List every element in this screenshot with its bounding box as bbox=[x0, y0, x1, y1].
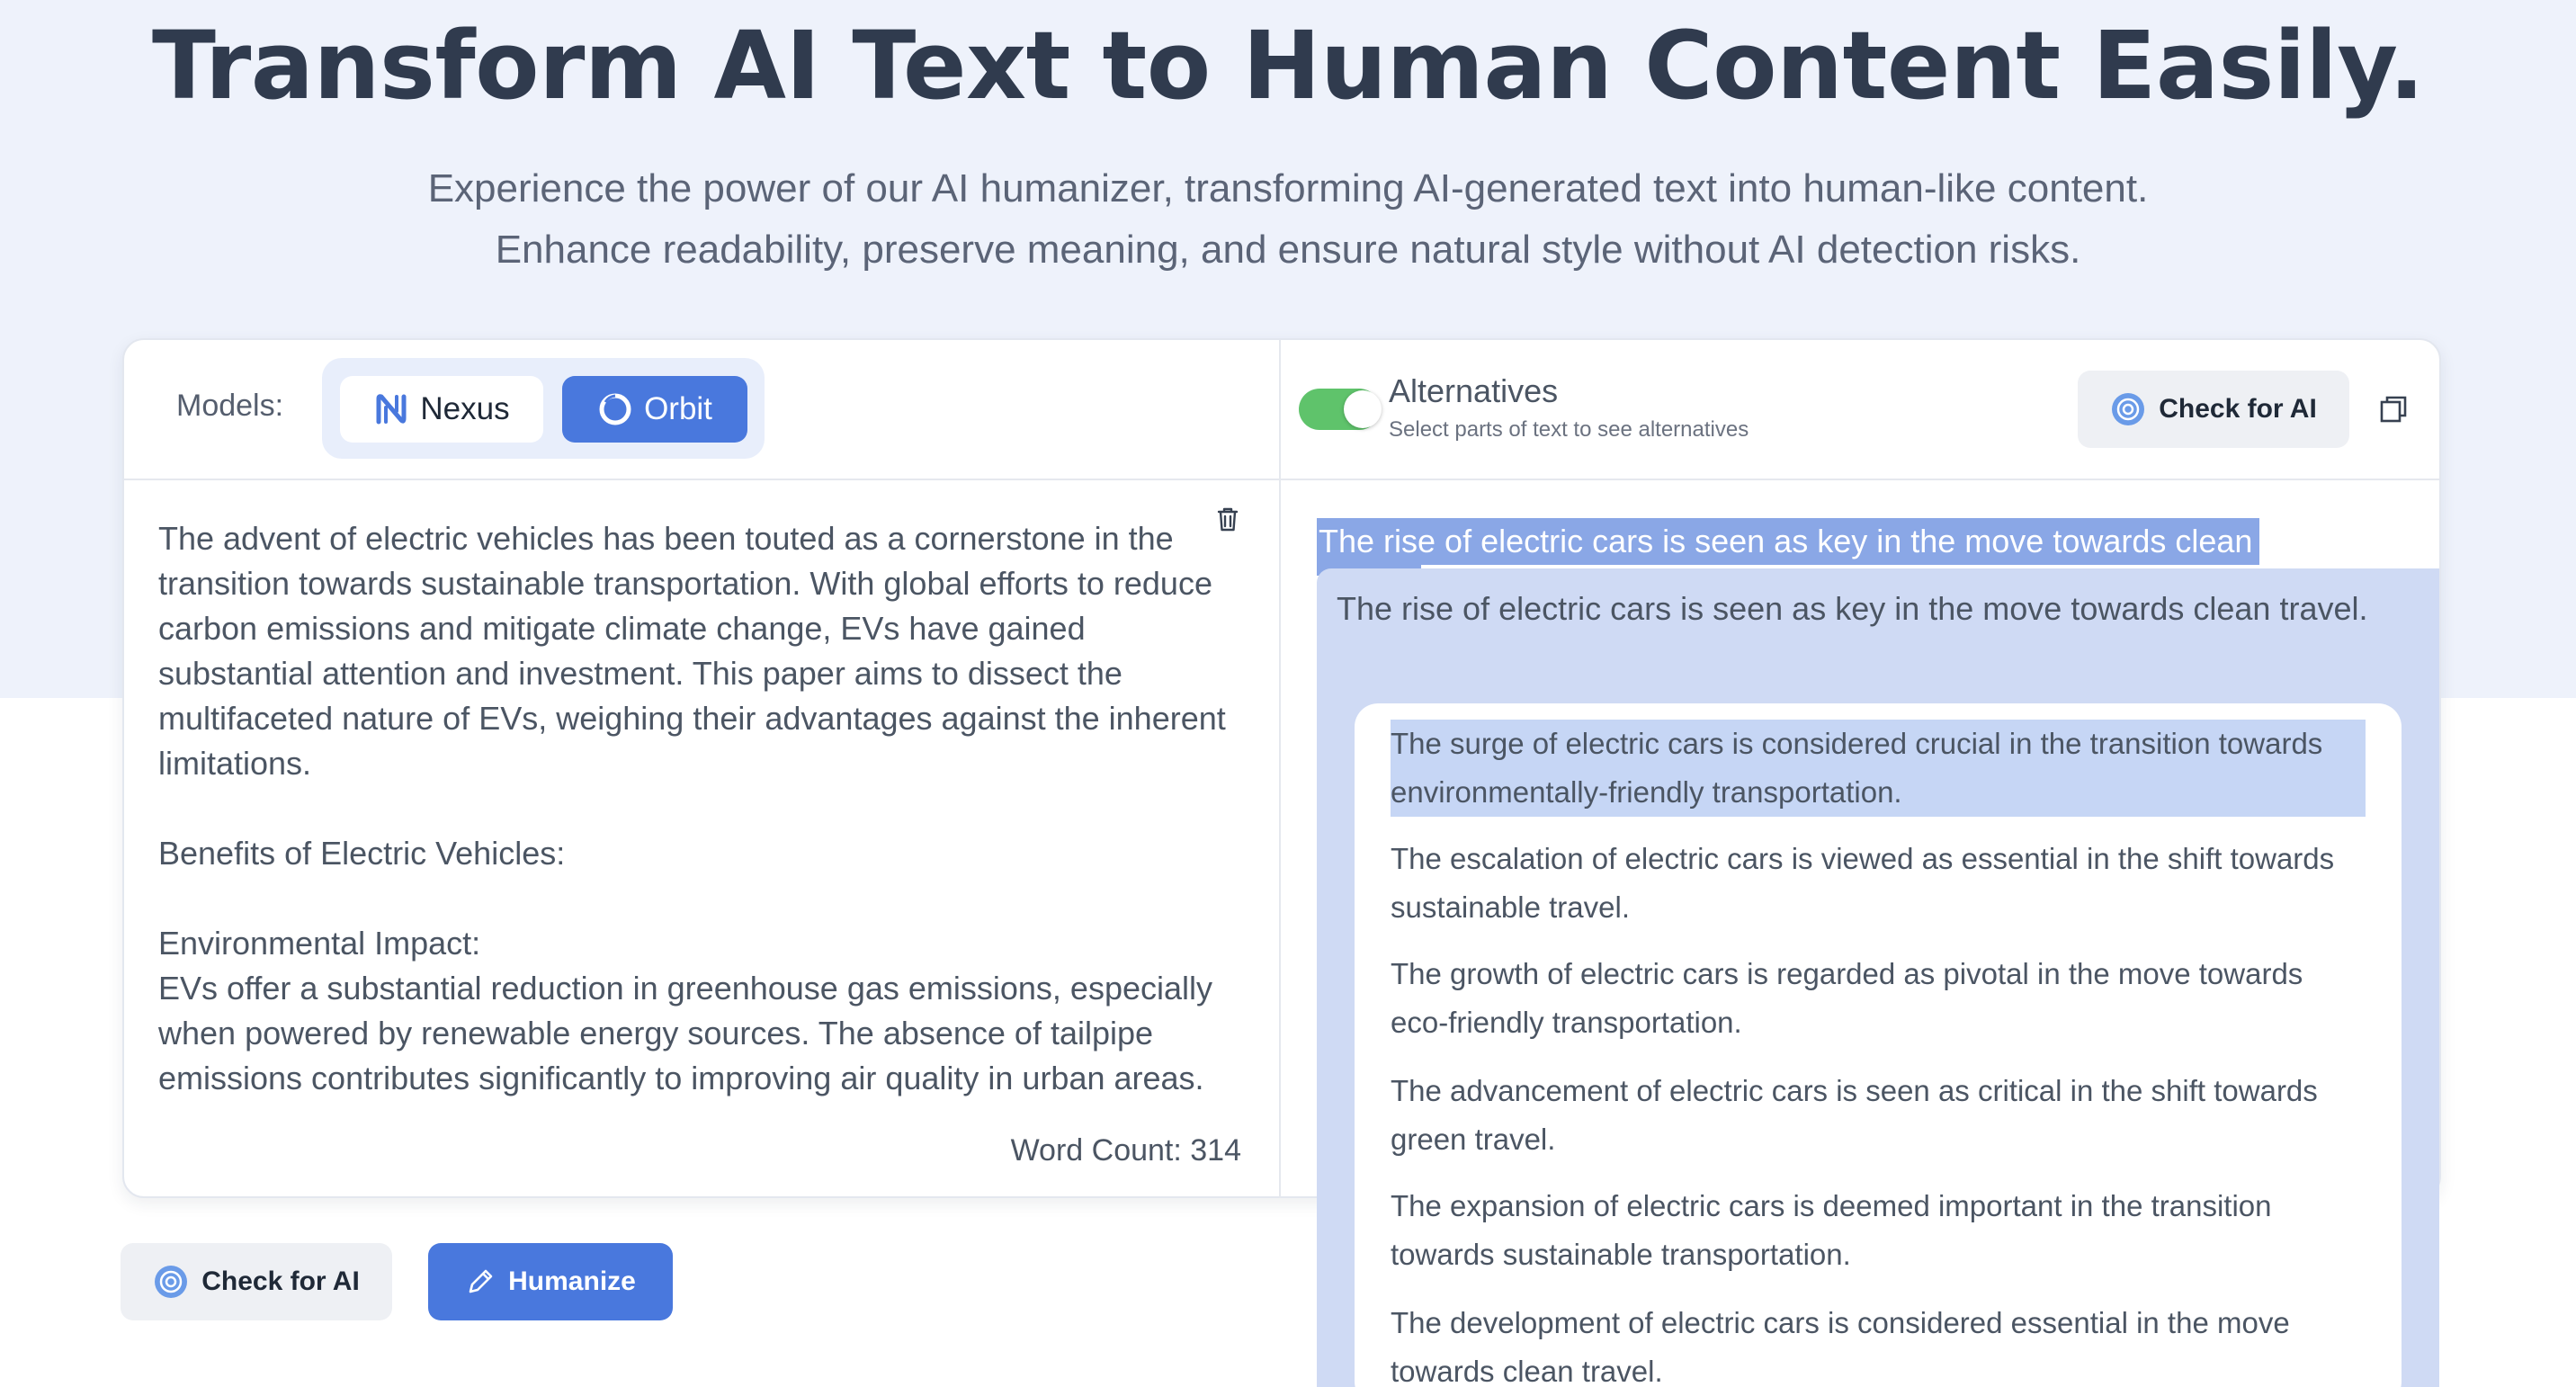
subtitle-line-2: Enhance readability, preserve meaning, a… bbox=[495, 228, 2081, 272]
model-nexus-label: Nexus bbox=[420, 391, 510, 426]
orbit-logo-icon bbox=[599, 393, 631, 425]
alternative-option[interactable]: The advancement of electric cars is seen… bbox=[1391, 1067, 2366, 1164]
header-divider bbox=[124, 479, 2439, 480]
humanize-label: Humanize bbox=[508, 1266, 636, 1296]
alternatives-title: Alternatives bbox=[1389, 372, 1559, 409]
original-sentence: The rise of electric cars is seen as key… bbox=[1337, 590, 2368, 627]
check-for-ai-button[interactable]: Check for AI bbox=[121, 1243, 392, 1320]
models-label: Models: bbox=[176, 389, 284, 423]
subtitle-line-1: Experience the power of our AI humanizer… bbox=[427, 166, 2149, 210]
alternative-option[interactable]: The escalation of electric cars is viewe… bbox=[1391, 835, 2366, 932]
nexus-logo-icon bbox=[376, 394, 407, 425]
model-orbit-label: Orbit bbox=[644, 391, 712, 426]
check-for-ai-label: Check for AI bbox=[201, 1266, 360, 1296]
input-textarea[interactable]: The advent of electric vehicles has been… bbox=[158, 516, 1247, 1126]
panel-divider bbox=[1279, 340, 1281, 1198]
page-title: Transform AI Text to Human Content Easil… bbox=[152, 11, 2424, 121]
page-subtitle: Experience the power of our AI humanizer… bbox=[0, 158, 2576, 281]
alternatives-hint: Select parts of text to see alternatives bbox=[1389, 417, 1749, 442]
selected-sentence[interactable]: The rise of electric cars is seen as key… bbox=[1317, 518, 2260, 565]
ai-detector-icon bbox=[2112, 393, 2145, 425]
alternative-option[interactable]: The surge of electric cars is considered… bbox=[1391, 720, 2366, 817]
toggle-knob bbox=[1344, 390, 1382, 428]
ai-detector-icon bbox=[155, 1266, 188, 1298]
alternative-option[interactable]: The expansion of electric cars is deemed… bbox=[1391, 1182, 2366, 1279]
humanize-button[interactable]: Humanize bbox=[428, 1243, 673, 1320]
alternative-option[interactable]: The development of electric cars is cons… bbox=[1391, 1299, 2366, 1387]
model-option-orbit[interactable]: Orbit bbox=[562, 376, 747, 443]
input-paragraph: The advent of electric vehicles has been… bbox=[158, 520, 1235, 782]
input-heading: Environmental Impact: bbox=[158, 925, 481, 962]
model-option-nexus[interactable]: Nexus bbox=[340, 376, 543, 443]
pencil-icon bbox=[469, 1269, 493, 1293]
check-for-ai-label: Check for AI bbox=[2159, 394, 2317, 424]
input-heading: Benefits of Electric Vehicles: bbox=[158, 835, 566, 872]
word-count: Word Count: 314 bbox=[1010, 1133, 1241, 1168]
copy-icon[interactable] bbox=[2378, 394, 2409, 425]
input-paragraph: EVs offer a substantial reduction in gre… bbox=[158, 970, 1222, 1096]
alternative-option[interactable]: The growth of electric cars is regarded … bbox=[1391, 950, 2366, 1047]
check-for-ai-output-button[interactable]: Check for AI bbox=[2078, 371, 2349, 448]
trash-icon[interactable] bbox=[1212, 504, 1243, 534]
